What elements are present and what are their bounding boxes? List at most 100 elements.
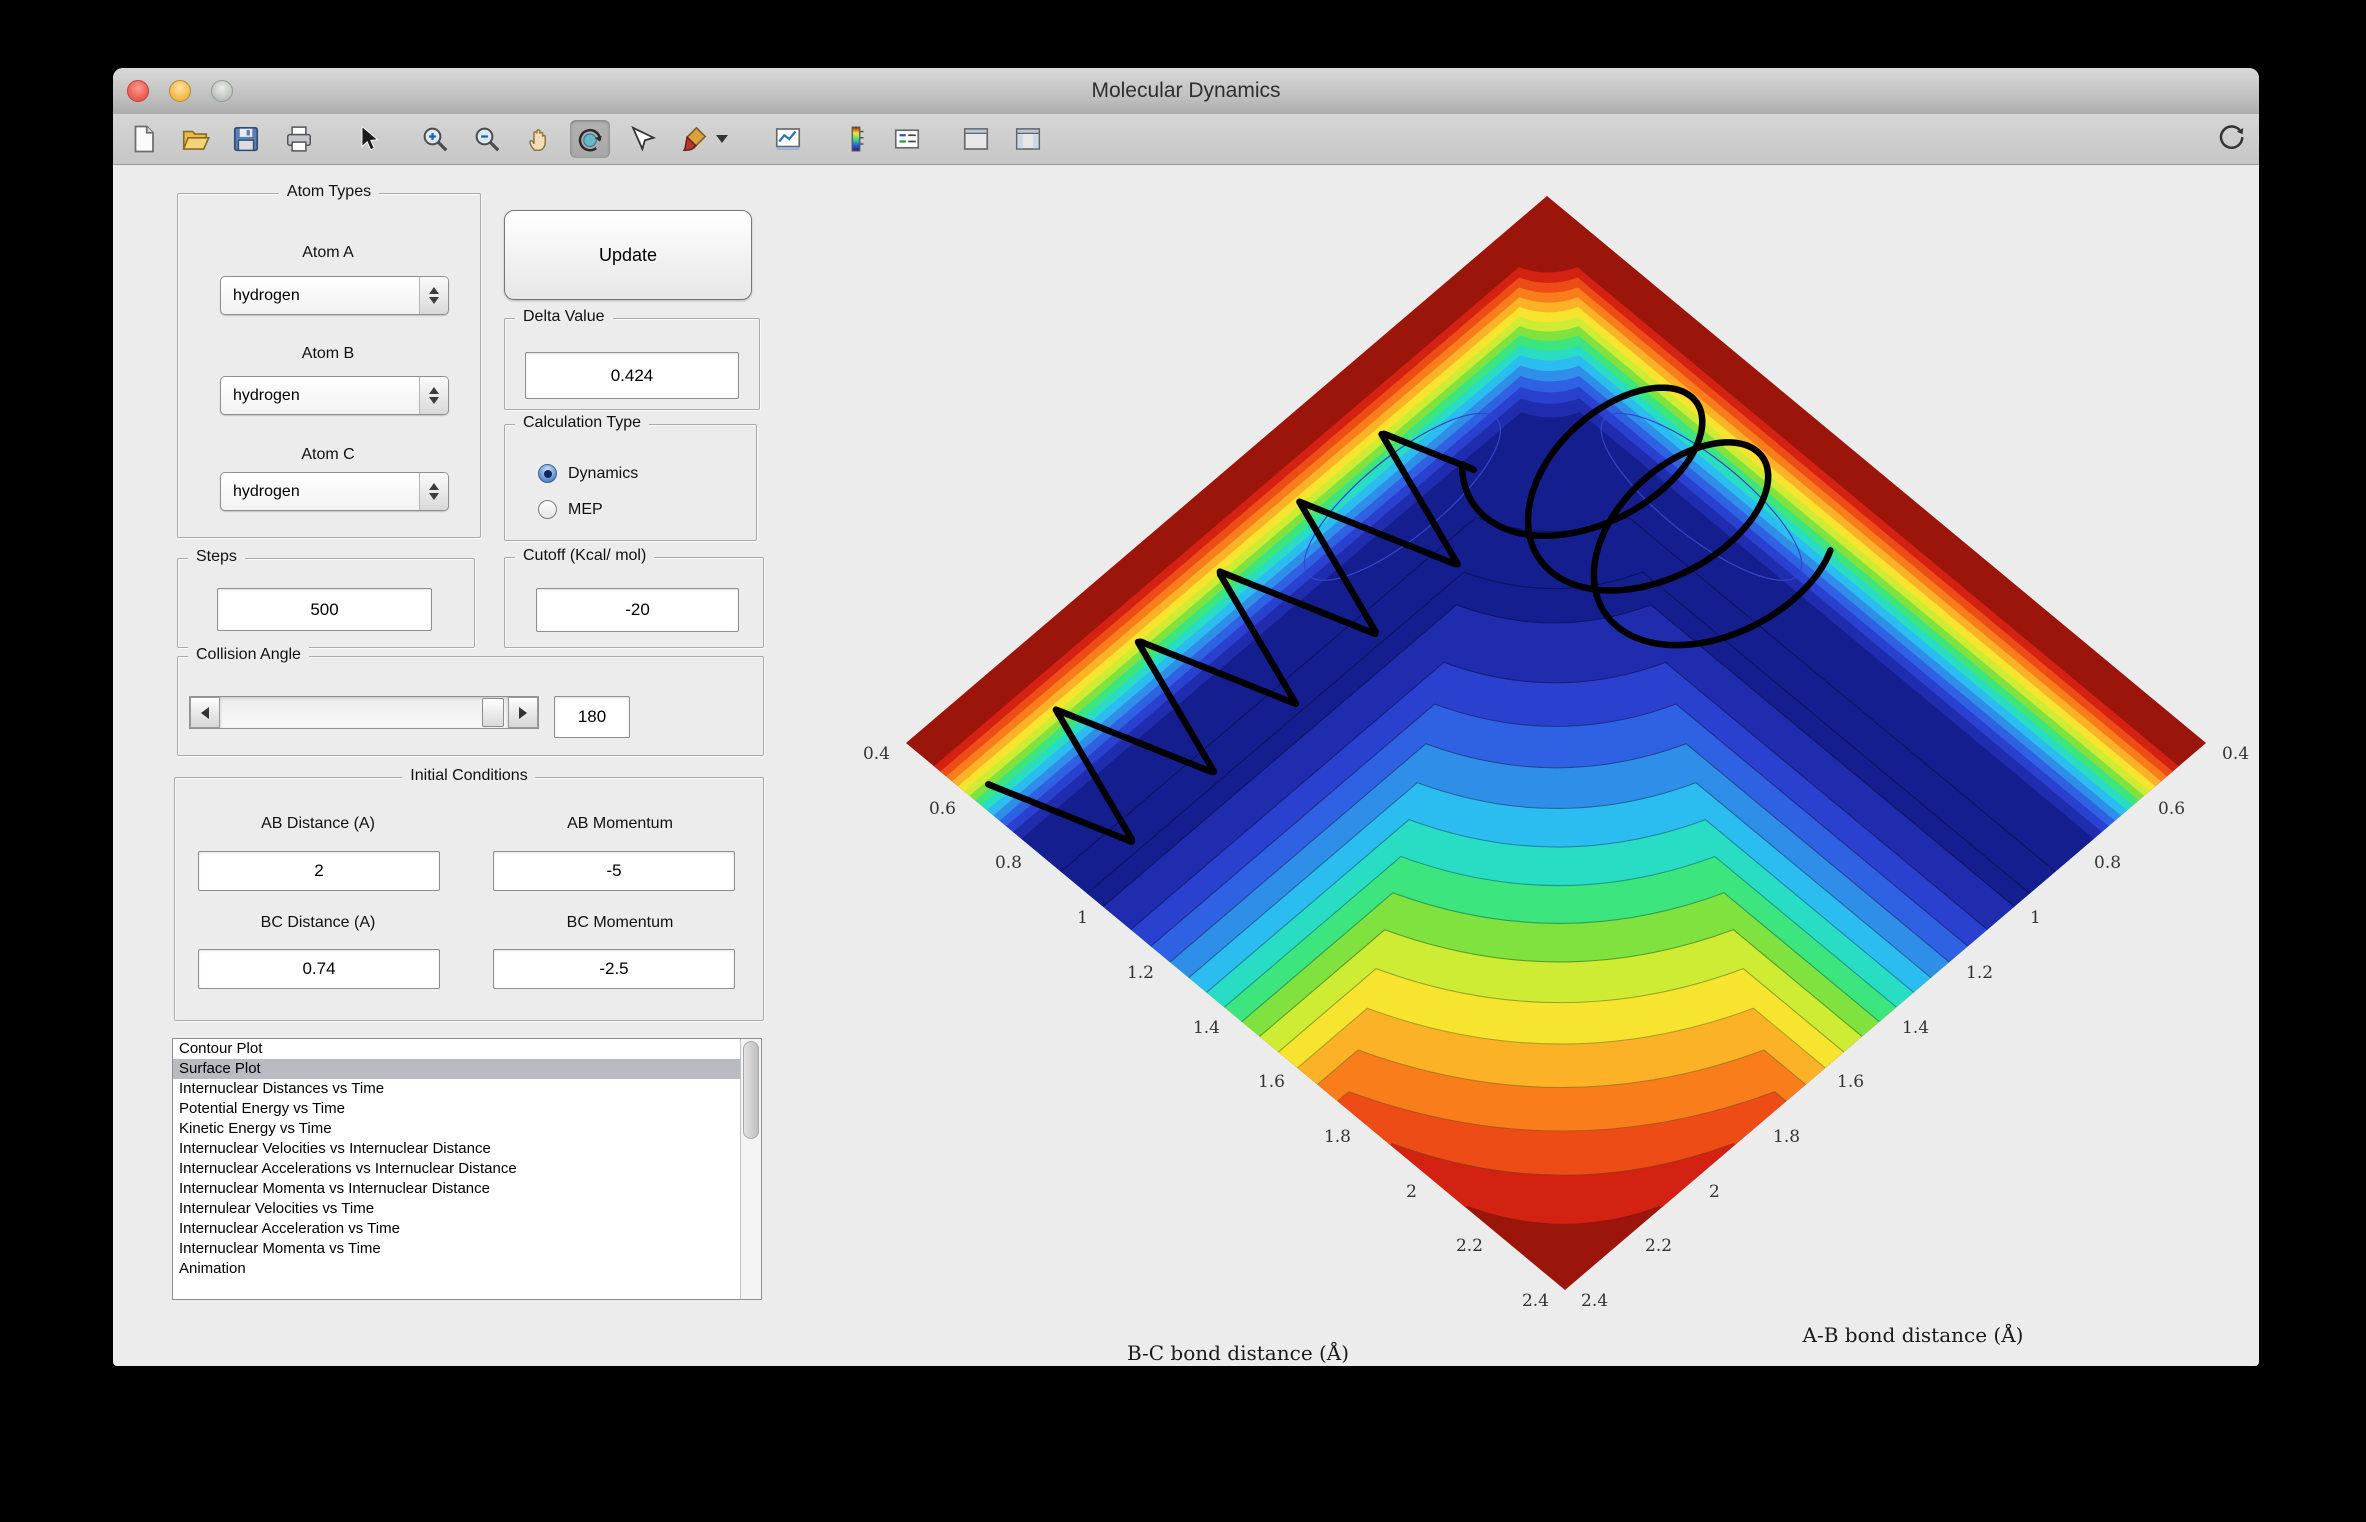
printer-icon [284, 124, 314, 154]
list-item[interactable]: Internuclear Acceleration vs Time [173, 1219, 741, 1239]
x-tick-label: 0.4 [2222, 744, 2249, 764]
print-figure-button[interactable] [279, 120, 319, 158]
plot-type-listbox[interactable]: Contour PlotSurface PlotInternuclear Dis… [172, 1038, 762, 1300]
ab-distance-field[interactable]: 2 [198, 851, 440, 891]
stepper-arrows-icon [419, 377, 448, 414]
list-item[interactable]: Internuclear Velocities vs Internuclear … [173, 1139, 741, 1159]
ab-distance-label: AB Distance (A) [261, 815, 375, 833]
list-item[interactable]: Internuclear Momenta vs Internuclear Dis… [173, 1179, 741, 1199]
radio-unselected-icon[interactable] [538, 500, 557, 519]
list-item[interactable]: Internuclear Accelerations vs Internucle… [173, 1159, 741, 1179]
panel-title: Delta Value [515, 308, 613, 326]
delta-value-field[interactable]: 0.424 [525, 352, 739, 399]
collision-angle-slider[interactable] [189, 696, 539, 729]
open-folder-icon [180, 124, 210, 154]
arrow-right-icon [519, 707, 527, 719]
show-plot-tools-button[interactable] [1008, 120, 1048, 158]
list-item[interactable]: Kinetic Energy vs Time [173, 1119, 741, 1139]
dock-figure-button[interactable] [2211, 120, 2251, 158]
hand-icon [525, 124, 555, 154]
y-tick-label: 1.6 [1258, 1072, 1285, 1092]
save-icon [231, 124, 261, 154]
list-item[interactable]: Potential Energy vs Time [173, 1099, 741, 1119]
bc-momentum-label: BC Momentum [567, 914, 674, 932]
pointer-arrow-icon [352, 124, 382, 154]
show-plot-tools-icon [1013, 124, 1043, 154]
data-cursor-button[interactable] [623, 120, 663, 158]
x-axis-label: A-B bond distance (Å) [1802, 1322, 2024, 1347]
collision-angle-field[interactable]: 180 [554, 696, 630, 738]
plot-type-items: Contour PlotSurface PlotInternuclear Dis… [173, 1039, 741, 1299]
list-item[interactable]: Internuclear Momenta vs Time [173, 1239, 741, 1259]
x-tick-label: 2.2 [1645, 1236, 1672, 1256]
panel-title: Steps [188, 548, 245, 566]
scrollbar-thumb[interactable] [743, 1041, 759, 1139]
bc-momentum-field[interactable]: -2.5 [493, 949, 735, 989]
slider-left-arrow-button[interactable] [190, 697, 220, 728]
list-item[interactable]: Internulear Velocities vs Time [173, 1199, 741, 1219]
zoom-out-button[interactable] [467, 120, 507, 158]
y-axis-label: B-C bond distance (Å) [1127, 1340, 1349, 1365]
y-tick-label: 0.8 [995, 853, 1022, 873]
ab-momentum-label: AB Momentum [567, 815, 673, 833]
slider-thumb[interactable] [482, 698, 504, 727]
x-tick-label: 1.4 [1902, 1018, 1929, 1038]
x-tick-label: 1.8 [1773, 1127, 1800, 1147]
chevron-down-icon [716, 135, 728, 143]
edit-plot-button[interactable] [347, 120, 387, 158]
panel-title: Collision Angle [188, 646, 309, 664]
mep-radio-label: MEP [568, 501, 603, 519]
link-plots-button[interactable] [768, 120, 808, 158]
slider-right-arrow-button[interactable] [508, 697, 538, 728]
bc-distance-label: BC Distance (A) [261, 914, 376, 932]
y-tick-label: 1 [1077, 908, 1088, 928]
atom-c-value: hydrogen [233, 483, 300, 501]
insert-legend-button[interactable] [887, 120, 927, 158]
atom-b-value: hydrogen [233, 387, 300, 405]
bc-distance-field[interactable]: 0.74 [198, 949, 440, 989]
brush-options-button[interactable] [713, 120, 731, 158]
atom-a-dropdown[interactable]: hydrogen [220, 276, 449, 315]
stepper-arrows-icon [419, 473, 448, 510]
atom-c-dropdown[interactable]: hydrogen [220, 472, 449, 511]
y-tick-label: 2.2 [1456, 1236, 1483, 1256]
panel-title: Calculation Type [515, 414, 649, 432]
update-button[interactable]: Update [504, 210, 752, 300]
save-figure-button[interactable] [226, 120, 266, 158]
figure-toolbar [113, 114, 2259, 165]
zoom-in-button[interactable] [415, 120, 455, 158]
link-plot-icon [773, 124, 803, 154]
mep-radio-row[interactable]: MEP [538, 500, 603, 519]
ab-momentum-field[interactable]: -5 [493, 851, 735, 891]
x-tick-label: 1 [2030, 908, 2041, 928]
zoom-out-icon [472, 124, 502, 154]
cutoff-field[interactable]: -20 [536, 588, 739, 632]
insert-colorbar-button[interactable] [836, 120, 876, 158]
rotate-3d-button[interactable] [570, 120, 610, 158]
list-item[interactable]: Animation [173, 1259, 741, 1279]
stepper-arrows-icon [419, 277, 448, 314]
new-figure-button[interactable] [123, 120, 163, 158]
list-item[interactable]: Contour Plot [173, 1039, 741, 1059]
dynamics-radio-label: Dynamics [568, 465, 638, 483]
listbox-scrollbar[interactable] [740, 1039, 761, 1299]
dynamics-radio-row[interactable]: Dynamics [538, 464, 638, 483]
pan-button[interactable] [520, 120, 560, 158]
y-tick-label: 1.8 [1324, 1127, 1351, 1147]
radio-selected-icon[interactable] [538, 464, 557, 483]
colorbar-icon [841, 124, 871, 154]
y-tick-label: 1.4 [1193, 1018, 1220, 1038]
panel-title: Initial Conditions [402, 767, 535, 785]
list-item[interactable]: Internuclear Distances vs Time [173, 1079, 741, 1099]
brush-icon [679, 124, 709, 154]
steps-field[interactable]: 500 [217, 588, 432, 631]
list-item[interactable]: Surface Plot [173, 1059, 741, 1079]
atom-a-value: hydrogen [233, 287, 300, 305]
hide-plot-tools-button[interactable] [956, 120, 996, 158]
window-title: Molecular Dynamics [113, 68, 2259, 114]
surface-group[interactable] [906, 196, 2206, 1290]
open-file-button[interactable] [175, 120, 215, 158]
brush-data-button[interactable] [674, 120, 714, 158]
slider-track[interactable] [220, 697, 508, 728]
atom-b-dropdown[interactable]: hydrogen [220, 376, 449, 415]
